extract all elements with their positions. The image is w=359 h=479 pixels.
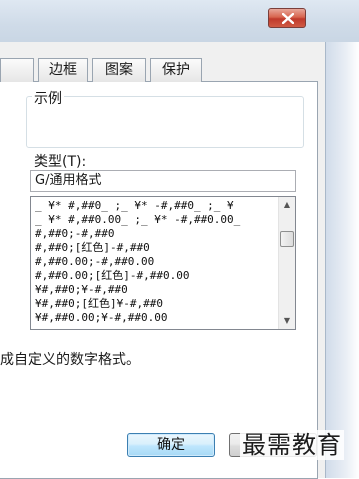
type-input[interactable]: G/通用格式 [30,170,296,192]
tab-border[interactable]: 边框 [38,58,88,82]
list-item[interactable]: #,##0.00;[红色]-#,##0.00 [35,270,189,282]
list-item[interactable]: _ ¥* #,##0_ ;_ ¥* -#,##0_ ;_ ¥ [35,200,234,212]
tab-protect[interactable]: 保护 [150,58,202,82]
close-button[interactable] [268,8,306,28]
tab-pattern[interactable]: 图案 [92,58,146,82]
ok-button[interactable]: 确定 [127,433,215,457]
type-label: 类型(T): [34,154,87,170]
list-scrollbar[interactable]: ▲ ▼ [278,197,295,329]
scroll-thumb[interactable] [280,231,294,247]
sample-label: 示例 [32,88,64,108]
list-item[interactable]: #,##0;[红色]-#,##0 [35,242,150,254]
list-item[interactable]: #,##0;-#,##0 [35,228,114,240]
watermark-logo: 最需教育 [240,430,344,460]
list-item[interactable]: ¥#,##0;[红色]¥-#,##0 [35,298,163,310]
sample-groupbox [26,96,304,148]
title-bar [0,0,359,42]
format-list[interactable]: _ ¥* #,##0_ ;_ ¥* -#,##0_ ;_ ¥ _ ¥* #,##… [30,196,296,330]
format-description: 成自定义的数字格式。 [0,352,140,368]
scroll-down-arrow-icon[interactable]: ▼ [279,313,295,329]
tab-partial[interactable] [0,58,34,82]
list-item[interactable]: ¥#,##0;¥-#,##0 [35,284,128,296]
excel-format-cells-dialog: 边框 图案 保护 示例 类型(T): G/通用格式 _ ¥* #,##0_ ;_… [0,0,359,479]
close-icon [282,13,294,24]
list-item[interactable]: _ ¥* #,##0.00_ ;_ ¥* -#,##0.00_ [35,214,240,226]
scroll-up-arrow-icon[interactable]: ▲ [279,197,295,213]
list-item[interactable]: ¥#,##0.00;¥-#,##0.00 [35,312,167,324]
list-item[interactable]: #,##0.00;-#,##0.00 [35,256,154,268]
window-frame-right [326,42,359,478]
